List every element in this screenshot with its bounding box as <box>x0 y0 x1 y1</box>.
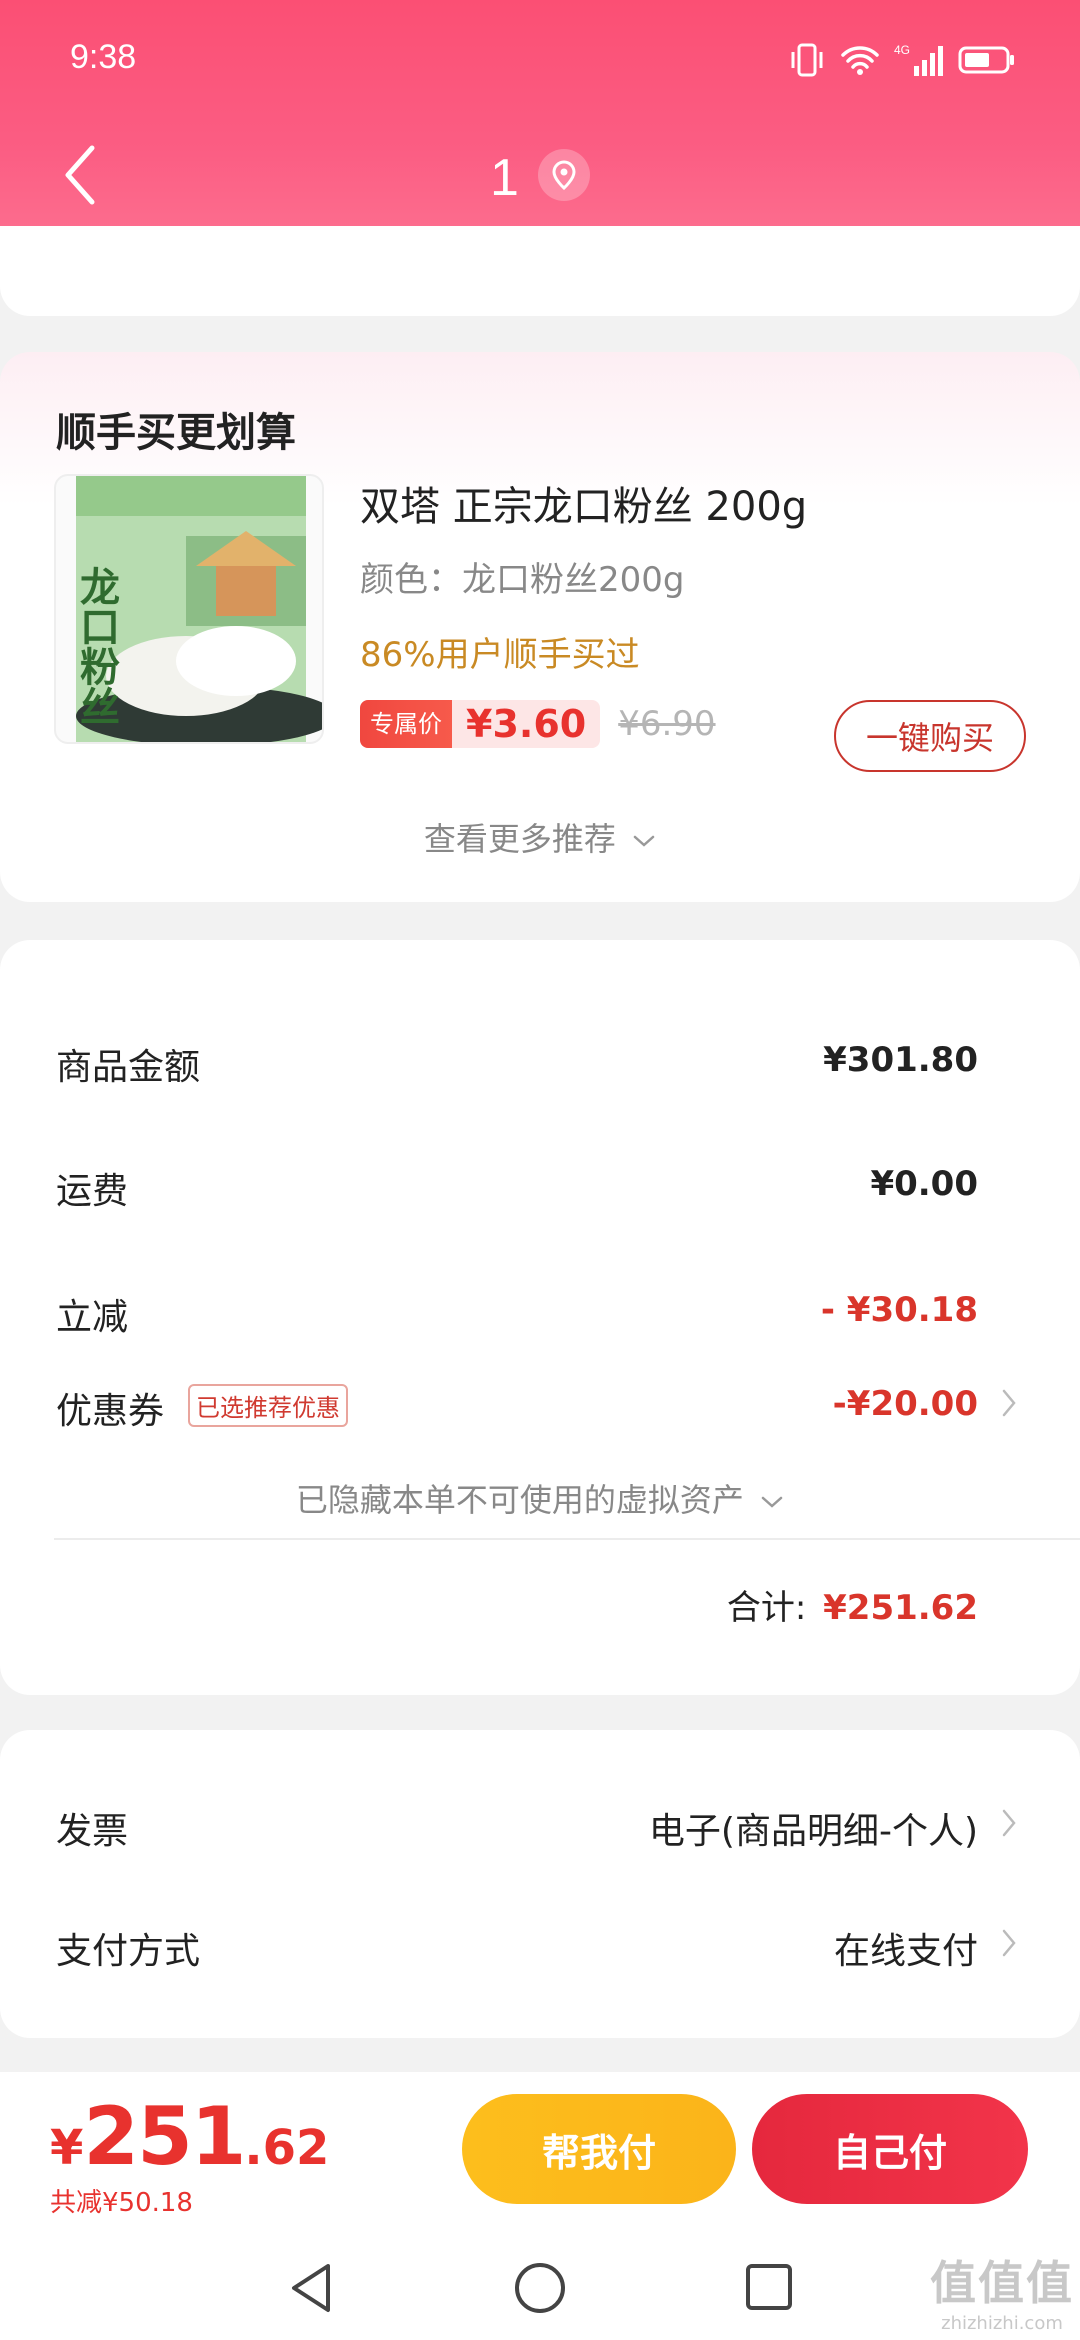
shipping-value: ¥0.00 <box>870 1164 978 1204</box>
wifi-icon <box>841 46 879 75</box>
shipping-label: 运费 <box>56 1171 129 1212</box>
price-row: 专属价 ¥3.60 ¥6.90 <box>360 700 716 748</box>
goods-amount-value: ¥301.80 <box>823 1040 978 1080</box>
noodle-package-image: 龙口粉丝 <box>73 476 322 742</box>
watermark-text: zhizhizhi.com <box>941 2313 1063 2334</box>
coupon-value[interactable]: -¥20.00 <box>833 1384 978 1424</box>
address-card <box>0 226 1080 316</box>
recommend-title: 顺手买更划算 <box>56 410 296 456</box>
recents-square-icon[interactable] <box>744 2262 794 2312</box>
order-total: 合计: ¥251.62 <box>727 1580 978 1629</box>
order-total-value: ¥251.62 <box>823 1588 978 1628</box>
back-triangle-icon[interactable] <box>286 2260 336 2316</box>
vibrate-icon <box>791 43 823 77</box>
recommend-card: 顺手买更划算 龙口粉丝 双塔 正宗龙口粉丝 200g 颜色：龙口粉丝200g 8… <box>0 352 1080 902</box>
chevron-right-icon[interactable] <box>998 1386 1020 1420</box>
system-navigation-bar <box>0 2252 1080 2332</box>
help-me-pay-button[interactable]: 帮我付 <box>462 2094 736 2204</box>
exclusive-price: ¥3.60 <box>452 700 601 748</box>
nav-title: 1 <box>490 149 519 207</box>
invoice-label[interactable]: 发票 <box>56 1802 128 1854</box>
exclusive-price-tag: 专属价 <box>360 700 452 748</box>
total-saved: 共减¥50.18 <box>50 2188 193 2218</box>
location-button[interactable] <box>538 149 590 201</box>
goods-amount-label: 商品金额 <box>56 1047 201 1088</box>
back-arrow-icon[interactable] <box>56 140 106 210</box>
battery-icon <box>958 46 1014 74</box>
pay-total-integer: 251 <box>83 2090 246 2183</box>
instant-discount-value: - ¥30.18 <box>820 1290 978 1330</box>
chevron-right-icon[interactable] <box>998 1926 1020 1960</box>
more-recommendations-label: 查看更多推荐 <box>423 820 616 858</box>
chevron-down-icon <box>761 1496 783 1508</box>
watermark: 值值值 zhizhizhi.com <box>930 2247 1074 2334</box>
payment-method-value[interactable]: 在线支付 <box>834 1922 978 1974</box>
hidden-assets-label: 已隐藏本单不可使用的虚拟资产 <box>295 1481 744 1519</box>
hidden-assets-toggle[interactable]: 已隐藏本单不可使用的虚拟资产 <box>0 1475 1080 1521</box>
coupon-label[interactable]: 优惠券 <box>56 1382 164 1434</box>
chevron-down-icon <box>633 835 655 847</box>
instant-discount-label: 立减 <box>56 1297 129 1338</box>
pay-total: ¥251.62 <box>50 2090 329 2183</box>
divider <box>54 1538 1080 1540</box>
original-price: ¥6.90 <box>618 704 716 744</box>
coupon-badge: 已选推荐优惠 <box>188 1384 348 1427</box>
status-icons: 4G <box>788 42 1016 78</box>
watermark-logo: 值值值 <box>930 2256 1074 2310</box>
status-bar: 9:38 4G <box>0 0 1080 120</box>
location-pin-icon <box>552 160 576 190</box>
signal-icon: 4G <box>894 43 943 76</box>
more-recommendations-link[interactable]: 查看更多推荐 <box>0 814 1080 860</box>
invoice-value[interactable]: 电子(商品明细-个人) <box>649 1802 978 1854</box>
checkout-bar: ¥251.62 共减¥50.18 帮我付 自己付 值值值 zhizhizhi.c… <box>0 2072 1080 2340</box>
product-purchase-stat: 86%用户顺手买过 <box>360 635 640 675</box>
product-name[interactable]: 双塔 正宗龙口粉丝 200g <box>360 474 807 532</box>
one-click-buy-button[interactable]: 一键购买 <box>834 700 1026 772</box>
order-total-label: 合计: <box>726 1588 807 1628</box>
status-time: 9:38 <box>70 38 137 76</box>
home-circle-icon[interactable] <box>512 2260 568 2316</box>
chevron-right-icon[interactable] <box>998 1806 1020 1840</box>
pay-total-decimal: .62 <box>244 2120 330 2176</box>
payment-method-label[interactable]: 支付方式 <box>56 1922 200 1974</box>
header: 9:38 4G 1 <box>0 0 1080 248</box>
pay-total-currency: ¥ <box>50 2120 84 2176</box>
amount-card: 商品金额 ¥301.80 运费 ¥0.00 立减 - ¥30.18 优惠券 已选… <box>0 940 1080 1695</box>
product-image[interactable]: 龙口粉丝 <box>54 474 324 744</box>
product-spec: 颜色：龙口粉丝200g <box>360 560 685 600</box>
package-text: 龙口粉丝 <box>73 566 120 726</box>
invoice-card: 发票 电子(商品明细-个人) 支付方式 在线支付 <box>0 1730 1080 2038</box>
pay-myself-button[interactable]: 自己付 <box>752 2094 1028 2204</box>
network-label: 4G <box>894 43 910 57</box>
